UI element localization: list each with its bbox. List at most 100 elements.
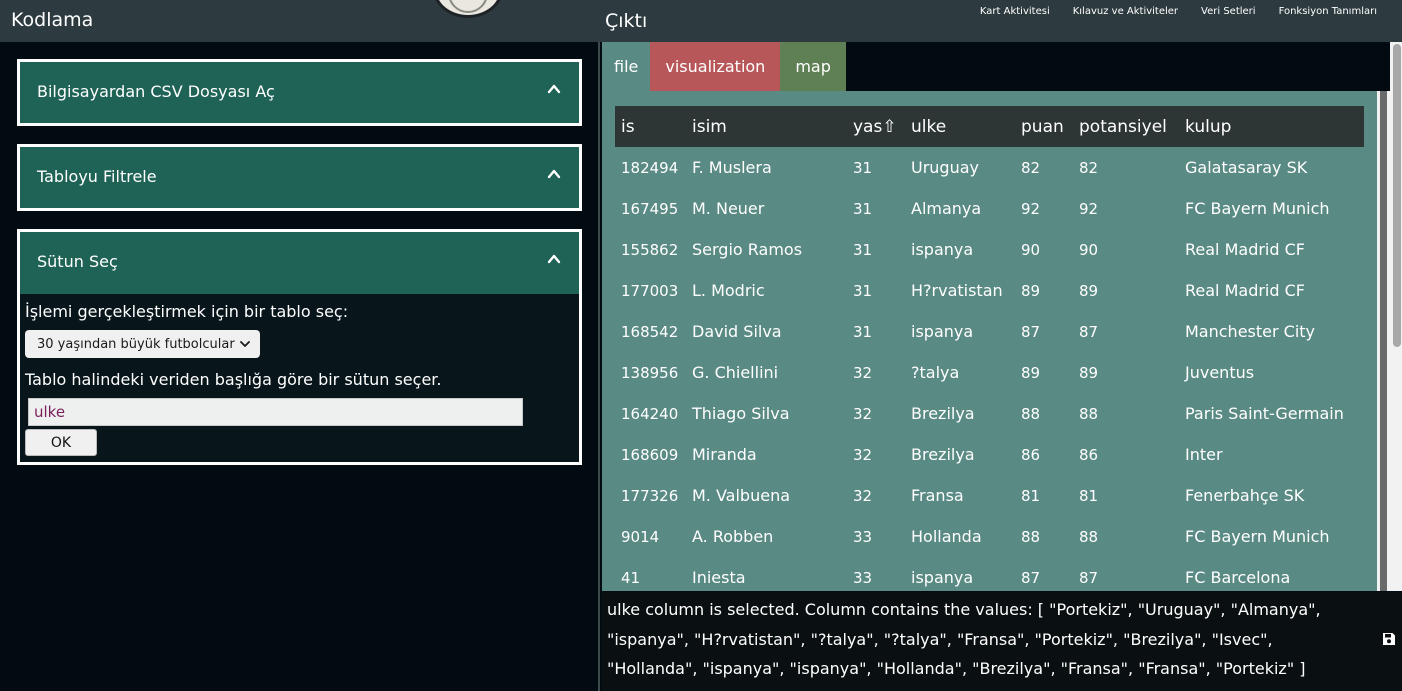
cell-is: 167495: [621, 199, 679, 218]
accordion-filter-header[interactable]: Tabloyu Filtrele: [20, 147, 579, 208]
cell-yas: 33: [853, 527, 873, 546]
cell-yas: 32: [853, 404, 873, 423]
table-row: 41 Iniesta 33 ispanya 87 87 FC Barcelona: [615, 557, 1364, 591]
cell-ulke: ?talya: [911, 363, 960, 382]
cell-yas: 31: [853, 158, 873, 177]
cell-isim: Iniesta: [692, 568, 746, 587]
nav-link-veri-setleri[interactable]: Veri Setleri: [1201, 6, 1256, 17]
cell-kulup: FC Bayern Munich: [1185, 199, 1330, 218]
column-header-kulup[interactable]: kulup: [1179, 106, 1364, 147]
accordion-csv-header[interactable]: Bilgisayardan CSV Dosyası Aç: [20, 62, 579, 123]
tab-map[interactable]: map: [780, 42, 846, 91]
cell-kulup: Manchester City: [1185, 322, 1316, 341]
cell-ulke: ispanya: [911, 568, 974, 587]
accordion-filter: Tabloyu Filtrele: [17, 144, 582, 211]
nav-link-fonksiyon[interactable]: Fonksiyon Tanımları: [1279, 6, 1377, 17]
column-header-potansiyel[interactable]: potansiyel: [1073, 106, 1179, 147]
cell-ulke: ispanya: [911, 240, 974, 259]
cell-yas: 32: [853, 445, 873, 464]
accordion-column-select-header[interactable]: Sütun Seç: [20, 232, 579, 293]
chevron-down-icon: [239, 341, 250, 347]
cell-kulup: Fenerbahçe SK: [1185, 486, 1305, 505]
cell-kulup: FC Bayern Munich: [1185, 527, 1330, 546]
tab-visualization[interactable]: visualization: [650, 42, 781, 91]
cell-isim: G. Chiellini: [692, 363, 779, 382]
cell-yas: 31: [853, 240, 873, 259]
cell-puan: 88: [1021, 527, 1041, 546]
cell-is: 177326: [621, 486, 679, 505]
column-header-ulke[interactable]: ulke: [905, 106, 1015, 147]
table-row: 9014 A. Robben 33 Hollanda 88 88 FC Baye…: [615, 516, 1364, 557]
cell-potansiyel: 88: [1079, 527, 1099, 546]
output-panel: file visualization map is isim yas⇧ ulke…: [598, 42, 1402, 691]
cell-ulke: Brezilya: [911, 445, 975, 464]
table-select-value: 30 yaşından büyük futbolcular: [37, 336, 235, 352]
column-header-puan[interactable]: puan: [1015, 106, 1073, 147]
nav-link-kart-aktivitesi[interactable]: Kart Aktivitesi: [980, 6, 1050, 17]
cell-puan: 86: [1021, 445, 1041, 464]
output-scrollbar-thumb[interactable]: [1393, 44, 1401, 347]
cell-ulke: Almanya: [911, 199, 982, 218]
cell-potansiyel: 81: [1079, 486, 1099, 505]
cell-yas: 31: [853, 281, 873, 300]
cell-potansiyel: 89: [1079, 363, 1099, 382]
cell-isim: Miranda: [692, 445, 757, 464]
column-header-yas[interactable]: yas⇧: [847, 106, 905, 147]
cell-is: 138956: [621, 363, 679, 382]
table-row: 168542 David Silva 31 ispanya 87 87 Manc…: [615, 311, 1364, 352]
cell-yas: 31: [853, 322, 873, 341]
table-row: 182494 F. Muslera 31 Uruguay 82 82 Galat…: [615, 147, 1364, 188]
cell-potansiyel: 89: [1079, 281, 1099, 300]
cell-is: 168609: [621, 445, 679, 464]
cell-kulup: Real Madrid CF: [1185, 281, 1305, 300]
cell-is: 182494: [621, 158, 679, 177]
top-bar: Kodlama Çıktı Kart Aktivitesi Kılavuz ve…: [0, 0, 1402, 42]
cell-is: 164240: [621, 404, 679, 423]
table-panel: is isim yas⇧ ulke puan potansiyel kulup …: [602, 91, 1377, 591]
nav-link-kilavuz[interactable]: Kılavuz ve Aktiviteler: [1073, 6, 1178, 17]
table-scrollbar-thumb[interactable]: [1380, 91, 1387, 591]
table-row: 138956 G. Chiellini 32 ?talya 89 89 Juve…: [615, 352, 1364, 393]
table-row: 155862 Sergio Ramos 31 ispanya 90 90 Rea…: [615, 229, 1364, 270]
logo-ring: [448, 0, 488, 13]
cell-ulke: ispanya: [911, 322, 974, 341]
cell-isim: F. Muslera: [692, 158, 772, 177]
accordion-filter-title: Tabloyu Filtrele: [37, 167, 157, 186]
column-header-isim[interactable]: isim: [686, 106, 847, 147]
table-header-row: is isim yas⇧ ulke puan potansiyel kulup: [615, 106, 1364, 147]
cell-ulke: Uruguay: [911, 158, 979, 177]
cell-puan: 92: [1021, 199, 1041, 218]
chevron-up-icon[interactable]: [547, 167, 561, 181]
cell-puan: 88: [1021, 404, 1041, 423]
cell-potansiyel: 92: [1079, 199, 1099, 218]
cell-isim: L. Modric: [692, 281, 765, 300]
cell-puan: 90: [1021, 240, 1041, 259]
coding-panel-title: Kodlama: [11, 9, 94, 31]
column-instruction: Tablo halindeki veriden başlığa göre bir…: [25, 370, 442, 389]
tab-file[interactable]: file: [602, 42, 651, 91]
column-name-input[interactable]: [28, 398, 523, 426]
accordion-column-select: Sütun Seç İşlemi gerçekleştirmek için bi…: [17, 229, 582, 465]
accordion-csv: Bilgisayardan CSV Dosyası Aç: [17, 59, 582, 126]
cell-ulke: Fransa: [911, 486, 964, 505]
ok-button[interactable]: OK: [25, 429, 97, 456]
cell-yas: 33: [853, 568, 873, 587]
chevron-up-icon[interactable]: [547, 252, 561, 266]
cell-isim: M. Valbuena: [692, 486, 791, 505]
cell-ulke: Brezilya: [911, 404, 975, 423]
cell-potansiyel: 82: [1079, 158, 1099, 177]
chevron-up-icon[interactable]: [547, 82, 561, 96]
cell-yas: 32: [853, 363, 873, 382]
cell-isim: M. Neuer: [692, 199, 765, 218]
cell-puan: 87: [1021, 568, 1041, 587]
table-scrollbar[interactable]: [1377, 91, 1390, 591]
cell-yas: 32: [853, 486, 873, 505]
table-select-dropdown[interactable]: 30 yaşından büyük futbolcular: [25, 330, 260, 358]
column-header-is[interactable]: is: [615, 106, 686, 147]
cell-potansiyel: 87: [1079, 322, 1099, 341]
cell-kulup: Juventus: [1185, 363, 1255, 382]
save-icon[interactable]: [1382, 632, 1396, 646]
cell-isim: Thiago Silva: [692, 404, 790, 423]
output-scrollbar[interactable]: [1390, 42, 1402, 591]
cell-is: 155862: [621, 240, 679, 259]
